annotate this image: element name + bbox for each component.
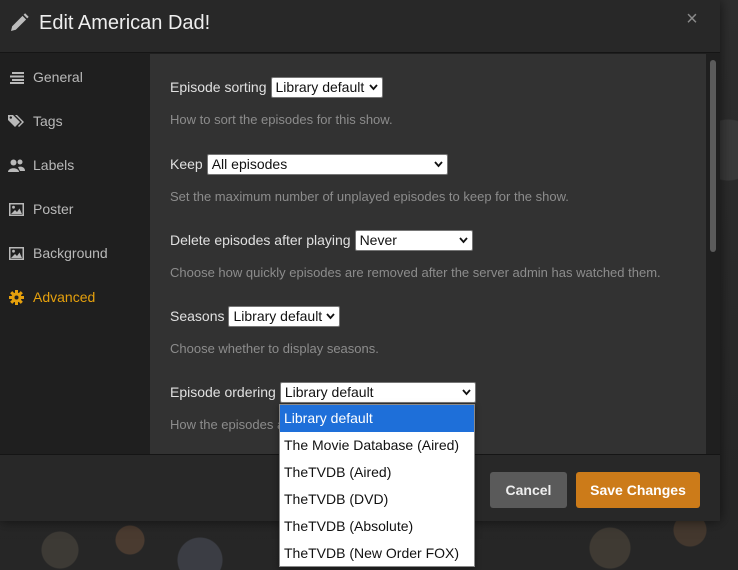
scrollbar[interactable] bbox=[706, 54, 720, 454]
dropdown-option[interactable]: TheTVDB (Absolute) bbox=[280, 513, 474, 540]
cancel-button[interactable]: Cancel bbox=[490, 472, 567, 508]
lines-icon bbox=[8, 69, 25, 86]
tag-icon bbox=[8, 113, 25, 130]
chevron-down-icon bbox=[368, 83, 378, 90]
dropdown-option[interactable]: TheTVDB (DVD) bbox=[280, 486, 474, 513]
sidebar-nav: General Tags Labels Poster Background Ad… bbox=[0, 54, 150, 454]
delete-episodes-row: Delete episodes after playing Never bbox=[170, 228, 473, 252]
sidebar-item-tags[interactable]: Tags bbox=[0, 101, 150, 141]
dropdown-option[interactable]: TheTVDB (New Order FOX) bbox=[280, 540, 474, 567]
gear-icon bbox=[8, 289, 25, 306]
episode-ordering-select[interactable]: Library default bbox=[279, 381, 476, 403]
sidebar-item-label: Background bbox=[33, 245, 108, 261]
field-label: Episode sorting bbox=[170, 79, 267, 95]
dropdown-option[interactable]: Library default bbox=[280, 405, 474, 432]
save-changes-button[interactable]: Save Changes bbox=[576, 472, 700, 508]
users-icon bbox=[8, 157, 25, 174]
sidebar-item-background[interactable]: Background bbox=[0, 233, 150, 273]
chevron-down-icon bbox=[458, 236, 468, 243]
seasons-row: Seasons Library default bbox=[170, 304, 341, 328]
episode-ordering-row: Episode ordering Library default bbox=[170, 380, 476, 404]
dropdown-option[interactable]: The Movie Database (Aired) bbox=[280, 432, 474, 459]
field-hint: Choose whether to display seasons. bbox=[170, 341, 379, 356]
image-icon bbox=[8, 245, 25, 262]
sidebar-item-label: General bbox=[33, 69, 83, 85]
close-icon[interactable]: × bbox=[682, 8, 702, 30]
episode-ordering-dropdown: Library default The Movie Database (Aire… bbox=[279, 404, 475, 567]
scrollbar-thumb[interactable] bbox=[710, 60, 716, 252]
chevron-down-icon bbox=[462, 388, 471, 395]
dialog-header: Edit American Dad! × bbox=[0, 0, 720, 53]
delete-episodes-select[interactable]: Never bbox=[354, 229, 473, 251]
field-hint: How the episodes a bbox=[170, 417, 285, 432]
field-label: Keep bbox=[170, 156, 203, 172]
field-label: Episode ordering bbox=[170, 384, 276, 400]
field-hint: How to sort the episodes for this show. bbox=[170, 112, 393, 127]
dialog-title: Edit American Dad! bbox=[39, 12, 211, 34]
pencil-icon bbox=[9, 13, 29, 33]
sidebar-item-labels[interactable]: Labels bbox=[0, 145, 150, 185]
episode-sorting-select[interactable]: Library default bbox=[270, 76, 383, 98]
sidebar-item-poster[interactable]: Poster bbox=[0, 189, 150, 229]
field-label: Delete episodes after playing bbox=[170, 232, 351, 248]
sidebar-item-general[interactable]: General bbox=[0, 57, 150, 97]
sidebar-item-label: Advanced bbox=[33, 289, 96, 305]
keep-row: Keep All episodes bbox=[170, 152, 448, 176]
seasons-select[interactable]: Library default bbox=[228, 305, 341, 327]
settings-panel: Episode sorting Library default How to s… bbox=[150, 54, 706, 454]
sidebar-item-label: Poster bbox=[33, 201, 74, 217]
episode-sorting-row: Episode sorting Library default bbox=[170, 75, 383, 99]
field-hint: Choose how quickly episodes are removed … bbox=[170, 265, 661, 280]
field-hint: Set the maximum number of unplayed episo… bbox=[170, 189, 569, 204]
image-icon bbox=[8, 201, 25, 218]
chevron-down-icon bbox=[326, 312, 336, 319]
chevron-down-icon bbox=[434, 160, 443, 167]
sidebar-item-label: Tags bbox=[33, 113, 63, 129]
sidebar-item-advanced[interactable]: Advanced bbox=[0, 277, 150, 317]
field-label: Seasons bbox=[170, 308, 225, 324]
sidebar-item-label: Labels bbox=[33, 157, 75, 173]
dropdown-option[interactable]: TheTVDB (Aired) bbox=[280, 459, 474, 486]
keep-select[interactable]: All episodes bbox=[206, 153, 448, 175]
